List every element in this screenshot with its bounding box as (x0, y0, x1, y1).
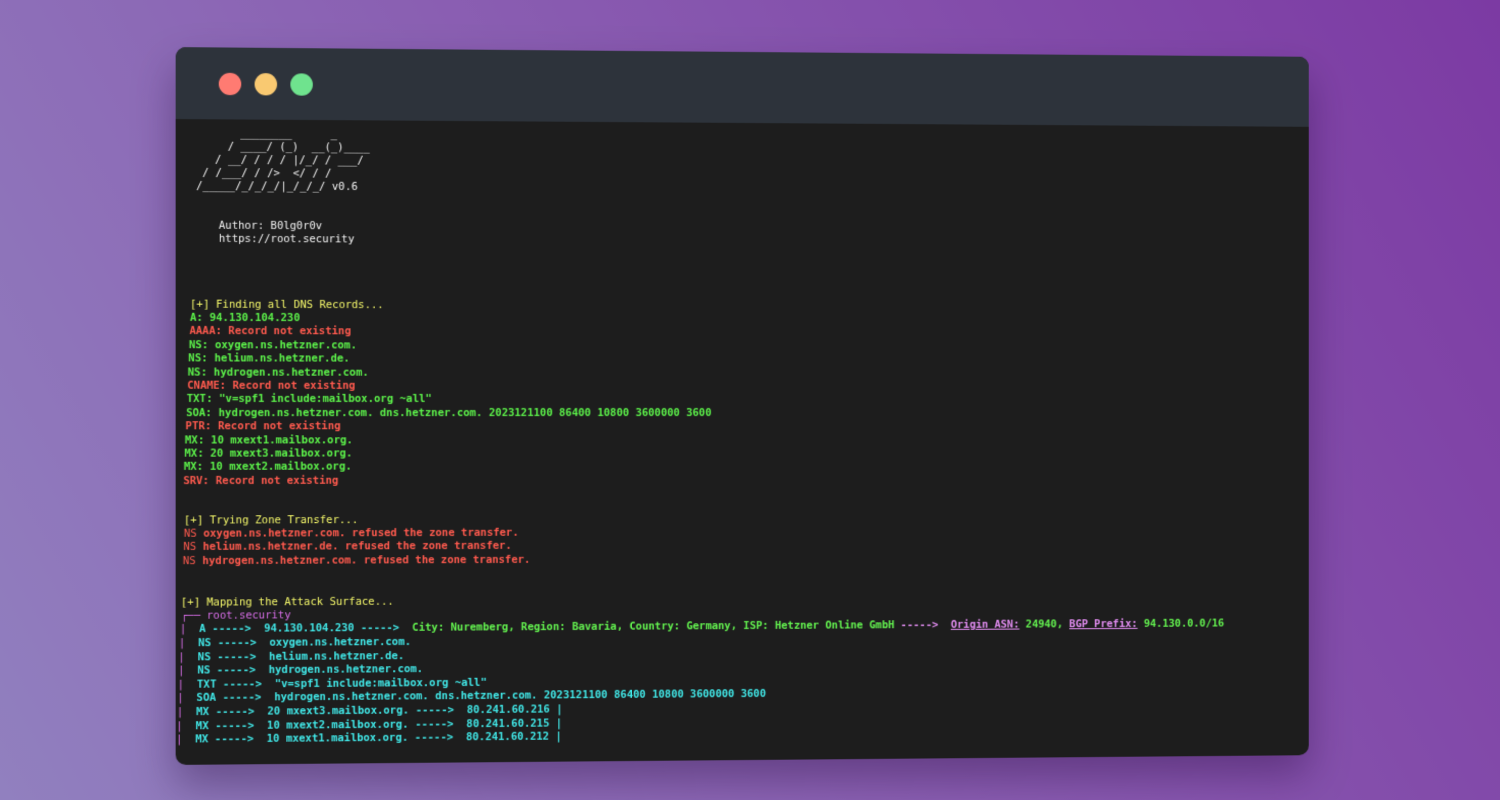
author-text: Author: B0lg0r0v (218, 219, 323, 233)
banner-line: / __/ / / / |/_/ / ___/ (208, 153, 364, 167)
dns-record: A: 94.130.104.230 (190, 311, 301, 325)
geo-arrow: -----> (894, 618, 951, 632)
tree-row-a: | A -----> 94.130.104.230 -----> City: N… (180, 618, 1224, 637)
minimize-button[interactable] (254, 73, 278, 96)
tree-row: | NS -----> hydrogen.ns.hetzner.com. (178, 663, 423, 678)
author-url: https://root.security (218, 232, 355, 246)
zone-transfer-line: NS helium.ns.hetzner.de. refused the zon… (183, 540, 511, 555)
banner-line: / ____/ (_) __(_)____ (214, 140, 370, 154)
terminal-window: ________ _ / ____/ (_) __(_)____ / __/ /… (175, 47, 1309, 765)
tree-row-text: MX -----> 20 mxext3.mailbox.org. -----> … (183, 703, 563, 719)
separator: , (1056, 618, 1070, 631)
bgp-label: BGP Prefix: (1069, 617, 1138, 631)
terminal-output[interactable]: ________ _ / ____/ (_) __(_)____ / __/ /… (176, 119, 1309, 746)
maximize-button[interactable] (290, 73, 313, 96)
dns-record: NS: helium.ns.hetzner.de. (188, 352, 350, 365)
zone-transfer-line: NS hydrogen.ns.hetzner.com. refused the … (183, 554, 531, 569)
title-bar (175, 47, 1309, 127)
tree-row: | NS -----> helium.ns.hetzner.de. (178, 650, 404, 665)
tree-root: ┌── root.security (180, 609, 291, 622)
tree-row-text: NS -----> helium.ns.hetzner.de. (184, 649, 405, 664)
dns-header: [+] Finding all DNS Records... (190, 298, 384, 312)
tree-row-text: MX -----> 10 mxext1.mailbox.org. -----> … (182, 730, 562, 746)
zone-header: [+] Trying Zone Transfer... (183, 514, 359, 527)
banner-line: / /___/ / /> </ / / (202, 166, 332, 180)
ns-prefix: NS (182, 554, 196, 567)
dns-record: SOA: hydrogen.ns.hetzner.com. dns.hetzne… (186, 406, 712, 419)
asn-label: Origin ASN: (950, 618, 1020, 631)
geo-info: City: Nuremberg, Region: Bavaria, Countr… (412, 619, 895, 634)
dns-record: CNAME: Record not existing (187, 379, 356, 392)
tree-row: | NS -----> oxygen.ns.hetzner.com. (179, 636, 411, 651)
tree-row-text: MX -----> 10 mxext2.mailbox.org. -----> … (182, 717, 563, 733)
ns-prefix: NS (183, 527, 197, 540)
dns-record: AAAA: Record not existing (189, 325, 352, 338)
dns-record: SRV: Record not existing (183, 474, 339, 487)
dns-record: NS: hydrogen.ns.hetzner.com. (187, 366, 369, 379)
asn-value: 24940 (1019, 618, 1057, 631)
banner-version-line: /_____/_/_/_/|_/_/_/ v0.6 (196, 180, 358, 193)
tree-row-text: NS -----> hydrogen.ns.hetzner.com. (184, 663, 424, 677)
dns-record: NS: oxygen.ns.hetzner.com. (188, 338, 357, 352)
zone-transfer-line: NS oxygen.ns.hetzner.com. refused the zo… (184, 527, 519, 542)
zone-transfer-text: hydrogen.ns.hetzner.com. refused the zon… (195, 553, 531, 567)
dns-record: MX: 10 mxext1.mailbox.org. (184, 433, 354, 447)
dns-record: MX: 10 mxext2.mailbox.org. (183, 460, 352, 474)
ns-prefix: NS (183, 541, 197, 554)
attack-header: [+] Mapping the Attack Surface... (180, 595, 394, 609)
tree-row-text: TXT -----> "v=spf1 include:mailbox.org ~… (183, 676, 487, 691)
dns-record: PTR: Record not existing (185, 420, 341, 433)
tree-row: | MX -----> 10 mxext1.mailbox.org. -----… (176, 731, 562, 748)
dns-record: TXT: "v=spf1 include:mailbox.org ~all" (186, 393, 432, 406)
zone-transfer-text: oxygen.ns.hetzner.com. refused the zone … (196, 526, 519, 540)
banner-line: ________ _ (220, 127, 338, 141)
tree-row-text: NS -----> oxygen.ns.hetzner.com. (185, 635, 412, 650)
close-button[interactable] (218, 72, 242, 96)
a-record-label: A -----> 94.130.104.230 -----> (186, 621, 413, 636)
zone-transfer-text: helium.ns.hetzner.de. refused the zone t… (196, 540, 512, 554)
bgp-value: 94.130.0.0/16 (1137, 617, 1225, 630)
dns-record: MX: 20 mxext3.mailbox.org. (184, 447, 353, 460)
tree-row-text: SOA -----> hydrogen.ns.hetzner.com. dns.… (183, 688, 766, 705)
